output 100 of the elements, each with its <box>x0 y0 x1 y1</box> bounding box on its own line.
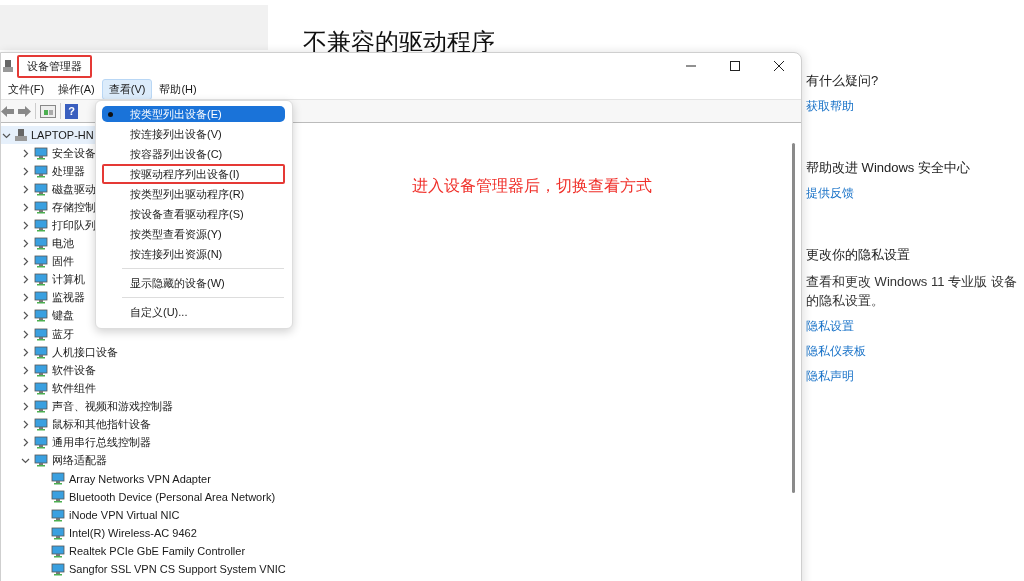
section-title: 有什么疑问? <box>806 72 880 90</box>
chevron-right-icon[interactable] <box>21 148 30 158</box>
device-icon <box>34 363 48 377</box>
tree-item[interactable]: 人机接口设备 <box>52 344 118 360</box>
help-icon[interactable]: ? <box>65 103 78 119</box>
chevron-right-icon[interactable] <box>21 166 30 176</box>
device-icon <box>34 291 48 305</box>
back-icon[interactable] <box>1 105 14 117</box>
tree-item[interactable]: Sangfor SSL VPN CS Support System VNIC <box>69 563 286 576</box>
tree-item[interactable]: 处理器 <box>52 163 85 179</box>
scrollbar[interactable] <box>792 143 795 493</box>
section-text: 查看和更改 Windows 11 专业版 设备的隐私设置。 <box>806 273 1018 310</box>
help-link[interactable]: 隐私仪表板 <box>806 343 1018 360</box>
maximize-icon[interactable] <box>730 61 740 71</box>
network-adapter-icon <box>51 508 65 522</box>
chevron-right-icon[interactable] <box>21 257 30 267</box>
device-icon <box>34 182 48 196</box>
network-adapter-icon <box>51 562 65 576</box>
menu-item[interactable]: 按连接列出资源(N) <box>102 244 285 264</box>
tree-item[interactable]: iNode VPN Virtual NIC <box>69 509 180 521</box>
menu-item[interactable]: 按类型列出驱动程序(R) <box>102 184 285 204</box>
device-icon <box>34 309 48 323</box>
chevron-right-icon[interactable] <box>21 275 30 285</box>
tree-item[interactable]: 安全设备 <box>52 145 96 161</box>
chevron-right-icon[interactable] <box>21 329 30 339</box>
properties-icon[interactable] <box>40 104 56 118</box>
tree-item[interactable]: 通用串行总线控制器 <box>52 435 151 451</box>
tree-item[interactable]: 键盘 <box>52 308 74 324</box>
tree-item[interactable]: 计算机 <box>52 272 85 288</box>
chevron-right-icon[interactable] <box>21 239 30 249</box>
menu-item[interactable]: 自定义(U)... <box>102 302 285 322</box>
chevron-right-icon[interactable] <box>21 221 30 230</box>
tree-item[interactable]: 存储控制 <box>52 199 96 215</box>
menu-bar-item[interactable]: 帮助(H) <box>152 78 204 100</box>
app-icon <box>3 59 13 73</box>
menu-bar-item[interactable]: 查看(V) <box>101 78 153 100</box>
network-adapter-icon <box>51 490 65 504</box>
chevron-down-icon[interactable] <box>21 456 30 466</box>
menu-item[interactable]: 显示隐藏的设备(W) <box>102 273 285 293</box>
tree-item[interactable]: 固件 <box>52 254 74 270</box>
menu-item[interactable]: 按类型查看资源(Y) <box>102 224 285 244</box>
device-icon <box>34 418 48 432</box>
device-icon <box>34 345 48 359</box>
menu-item[interactable]: 按驱动程序列出设备(I) <box>102 164 285 184</box>
tree-item[interactable]: 软件设备 <box>52 362 96 378</box>
device-icon <box>34 273 48 287</box>
help-link[interactable]: 提供反馈 <box>806 185 1018 202</box>
tree-item[interactable]: 软件组件 <box>52 380 96 396</box>
close-icon[interactable] <box>774 61 784 71</box>
help-link[interactable]: 获取帮助 <box>806 98 1018 115</box>
device-icon <box>34 146 48 160</box>
chevron-right-icon[interactable] <box>21 347 30 357</box>
menu-item[interactable]: 按连接列出设备(V) <box>102 124 285 144</box>
computer-icon <box>14 128 28 143</box>
device-icon <box>34 436 48 450</box>
device-icon <box>34 237 48 251</box>
chevron-right-icon[interactable] <box>21 420 30 430</box>
menu-bar-item[interactable]: 文件(F) <box>1 78 52 100</box>
tree-item[interactable]: 监视器 <box>52 290 85 306</box>
chevron-right-icon[interactable] <box>21 184 30 194</box>
chevron-right-icon[interactable] <box>21 365 30 375</box>
device-icon <box>34 200 48 214</box>
device-icon <box>34 399 48 413</box>
chevron-right-icon[interactable] <box>21 293 30 303</box>
device-icon <box>34 219 48 232</box>
network-adapter-icon <box>51 526 65 540</box>
device-icon <box>34 164 48 178</box>
menu-item[interactable]: 按设备查看驱动程序(S) <box>102 204 285 224</box>
menu-item[interactable]: 按容器列出设备(C) <box>102 144 285 164</box>
tree-item[interactable]: 蓝牙 <box>52 326 74 342</box>
section-title: 帮助改进 Windows 安全中心 <box>806 159 971 177</box>
forward-icon[interactable] <box>18 105 31 117</box>
tree-item[interactable]: Realtek PCIe GbE Family Controller <box>69 545 246 558</box>
chevron-right-icon[interactable] <box>21 383 30 393</box>
menu-bar-item[interactable]: 操作(A) <box>51 78 102 100</box>
chevron-right-icon[interactable] <box>21 438 30 448</box>
help-link[interactable]: 隐私声明 <box>806 368 1018 385</box>
window-title: 设备管理器 <box>17 54 92 78</box>
chevron-right-icon[interactable] <box>21 202 30 212</box>
tree-item[interactable]: Intel(R) Wireless-AC 9462 <box>69 527 197 540</box>
menu-item[interactable]: 按类型列出设备(E) <box>102 106 285 122</box>
network-adapter-icon <box>51 544 65 558</box>
device-icon <box>34 381 48 395</box>
tree-item[interactable]: Bluetooth Device (Personal Area Network) <box>69 490 276 503</box>
network-adapter-icon <box>51 472 65 486</box>
chevron-right-icon[interactable] <box>21 311 30 321</box>
tree-item[interactable]: 网络适配器 <box>52 453 107 469</box>
tree-item[interactable]: 打印队列 <box>52 218 96 233</box>
device-icon <box>34 454 48 468</box>
page-heading: 不兼容的驱动程序 <box>303 27 495 57</box>
tree-item[interactable]: 电池 <box>52 236 74 252</box>
chevron-right-icon[interactable] <box>21 401 30 411</box>
tree-item[interactable]: 鼠标和其他指针设备 <box>52 417 151 433</box>
annotation-text: 进入设备管理器后，切换查看方式 <box>412 176 652 196</box>
tree-item[interactable]: 磁盘驱动 <box>52 181 96 197</box>
tree-item[interactable]: Array Networks VPN Adapter <box>69 472 211 485</box>
help-link[interactable]: 隐私设置 <box>806 318 1018 335</box>
tree-item[interactable]: 声音、视频和游戏控制器 <box>52 398 173 414</box>
device-icon <box>34 255 48 269</box>
section-title: 更改你的隐私设置 <box>806 246 911 264</box>
